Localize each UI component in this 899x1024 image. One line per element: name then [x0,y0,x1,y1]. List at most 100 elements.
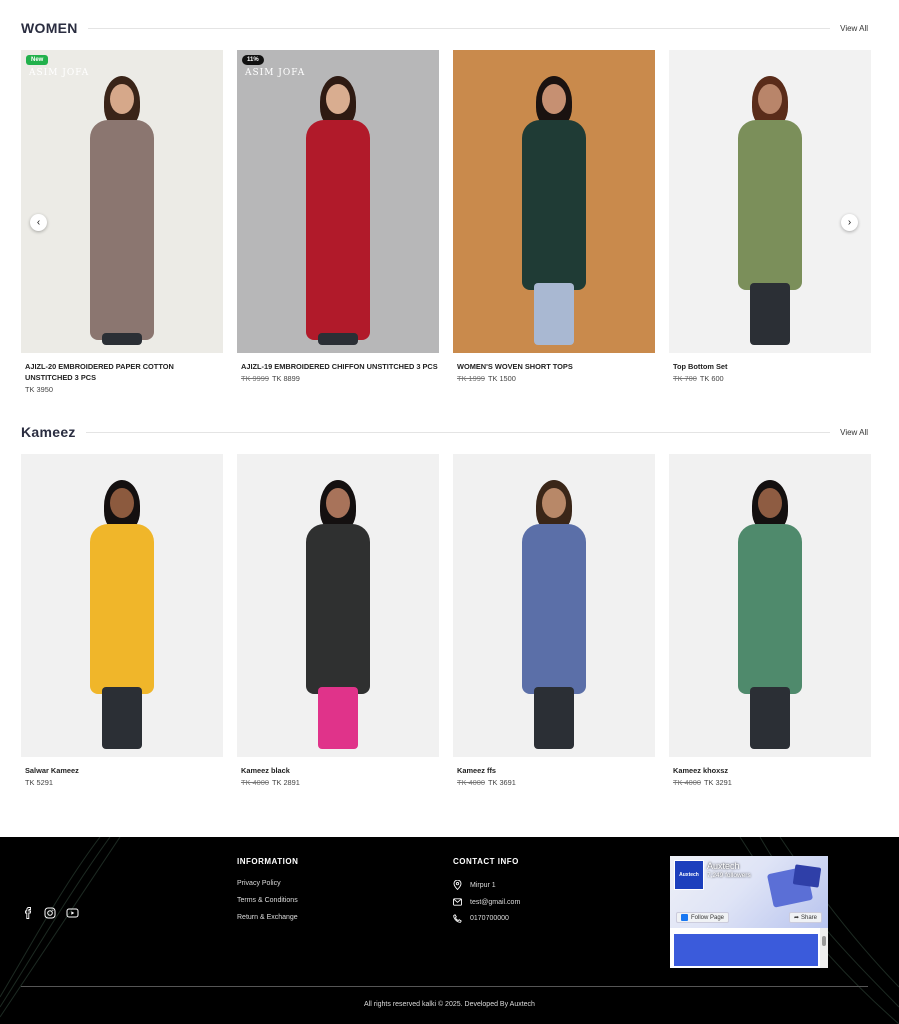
contact-title: CONTACT INFO [453,857,519,866]
current-price: TK 3950 [25,385,53,394]
fb-share-button[interactable]: ➦ Share [788,912,822,923]
product-name[interactable]: Kameez ffs [453,765,655,776]
kameez-product-grid: Salwar Kameez TK 5291 Kameez black TK 4000 T… [21,454,871,787]
fb-scroll-thumb[interactable] [822,936,826,946]
fb-page-name[interactable]: Auxtech [707,861,740,871]
address-text: Mirpur 1 [470,881,496,889]
product-name[interactable]: AJIZL-19 EMBROIDERED CHIFFON UNSTITCHED … [237,361,439,372]
product-card[interactable]: Salwar Kameez TK 5291 [21,454,223,787]
product-price: TK 5291 [21,778,223,787]
carousel-next-button[interactable]: › [841,214,858,231]
old-price: TK 4000 [457,778,485,787]
old-price: TK 4000 [241,778,269,787]
model-figure [278,472,398,757]
product-price: TK 4000 TK 3691 [453,778,655,787]
kameez-section-header: Kameez View All [21,423,868,441]
product-card[interactable]: Kameez black TK 4000 TK 2891 [237,454,439,787]
product-image[interactable] [453,454,655,757]
contact-phone: 0170700000 [453,914,520,923]
social-links [22,907,79,919]
current-price: TK 3691 [487,778,516,787]
kameez-view-all-link[interactable]: View All [830,427,868,437]
model-figure [62,472,182,757]
facebook-icon[interactable] [22,907,34,919]
product-price: TK 9999 TK 8899 [237,374,439,383]
product-name[interactable]: Kameez black [237,765,439,776]
product-name[interactable]: Kameez khoxsz [669,765,871,776]
mail-icon [453,898,462,906]
information-title: INFORMATION [237,857,299,866]
product-card[interactable]: Kameez khoxsz TK 4000 TK 3291 [669,454,871,787]
product-image[interactable] [669,50,871,353]
section-divider [85,431,831,433]
product-name[interactable]: Salwar Kameez [21,765,223,776]
product-name[interactable]: WOMEN'S WOVEN SHORT TOPS [453,361,655,372]
phone-icon [453,914,462,923]
brand-logo: ASIM JOFA [29,68,90,78]
footer-contact: CONTACT INFO Mirpur 1 test@gmail.com 017… [453,857,520,931]
current-price: TK 3291 [703,778,732,787]
model-figure [710,68,830,353]
old-price: TK 9999 [241,374,269,383]
product-card[interactable]: New ASIM JOFA AJIZL-20 EMBROIDERED PAPER C… [21,50,223,394]
product-card[interactable]: 11% ASIM JOFA AJIZL-19 EMBROIDERED CHIFFON… [237,50,439,394]
contact-address: Mirpur 1 [453,880,520,890]
instagram-icon[interactable] [44,907,56,919]
current-price: TK 8899 [271,374,300,383]
fb-followers: 7,249 followers [707,872,751,879]
email-link[interactable]: test@gmail.com [470,899,520,906]
current-price: TK 5291 [25,778,53,787]
product-image[interactable]: New ASIM JOFA [21,50,223,353]
fb-cover-graphic-2 [792,864,822,888]
current-price: TK 2891 [271,778,300,787]
model-figure [494,472,614,757]
kameez-section-title: Kameez [21,424,86,440]
fb-scrollbar[interactable] [820,928,828,968]
old-price: TK 4000 [673,778,701,787]
women-section-header: WOMEN View All [21,19,868,37]
product-name[interactable]: AJIZL-20 EMBROIDERED PAPER COTTON UNSTIT… [21,361,223,383]
product-image[interactable]: 11% ASIM JOFA [237,50,439,353]
product-image[interactable] [21,454,223,757]
footer-divider [21,986,868,987]
brand-logo: ASIM JOFA [245,68,306,78]
privacy-policy-link[interactable]: Privacy Policy [237,880,298,887]
kameez-section: Kameez View All Salwar Kameez TK 5291 Kame… [21,423,871,787]
women-product-grid: New ASIM JOFA AJIZL-20 EMBROIDERED PAPER C… [21,50,871,394]
product-image[interactable] [453,50,655,353]
fb-follow-button[interactable]: Follow Page [676,912,730,923]
facebook-small-icon [681,914,688,921]
women-view-all-link[interactable]: View All [830,23,868,33]
return-exchange-link[interactable]: Return & Exchange [237,914,298,921]
product-price: TK 3950 [21,385,223,394]
carousel-prev-button[interactable]: ‹ [30,214,47,231]
contact-email: test@gmail.com [453,898,520,906]
fb-page-logo: Auxtech [674,860,704,890]
copyright-text: All rights reserved kalki © 2025. Develo… [364,1001,535,1008]
youtube-icon[interactable] [66,907,79,919]
women-section-title: WOMEN [21,20,88,36]
product-price: TK 700 TK 600 [669,374,871,383]
fb-post-preview [674,934,818,966]
fb-share-label: Share [800,914,817,921]
product-image[interactable] [669,454,871,757]
model-figure [710,472,830,757]
current-price: TK 1500 [487,374,516,383]
product-card[interactable]: Kameez ffs TK 4000 TK 3691 [453,454,655,787]
footer-information: INFORMATION Privacy Policy Terms & Condi… [237,857,298,931]
product-price: TK 1999 TK 1500 [453,374,655,383]
location-pin-icon [453,880,462,890]
product-price: TK 4000 TK 2891 [237,778,439,787]
old-price: TK 1999 [457,374,485,383]
model-figure [278,68,398,353]
product-name[interactable]: Top Bottom Set [669,361,871,372]
site-footer: INFORMATION Privacy Policy Terms & Condi… [0,837,899,1024]
terms-conditions-link[interactable]: Terms & Conditions [237,897,298,904]
product-image[interactable] [237,454,439,757]
old-price: TK 700 [673,374,697,383]
product-card[interactable]: WOMEN'S WOVEN SHORT TOPS TK 1999 TK 1500 [453,50,655,394]
phone-link[interactable]: 0170700000 [470,915,509,922]
facebook-page-widget[interactable]: Auxtech Auxtech 7,249 followers Follow P… [670,856,828,968]
product-badge: New [26,55,49,65]
product-price: TK 4000 TK 3291 [669,778,871,787]
